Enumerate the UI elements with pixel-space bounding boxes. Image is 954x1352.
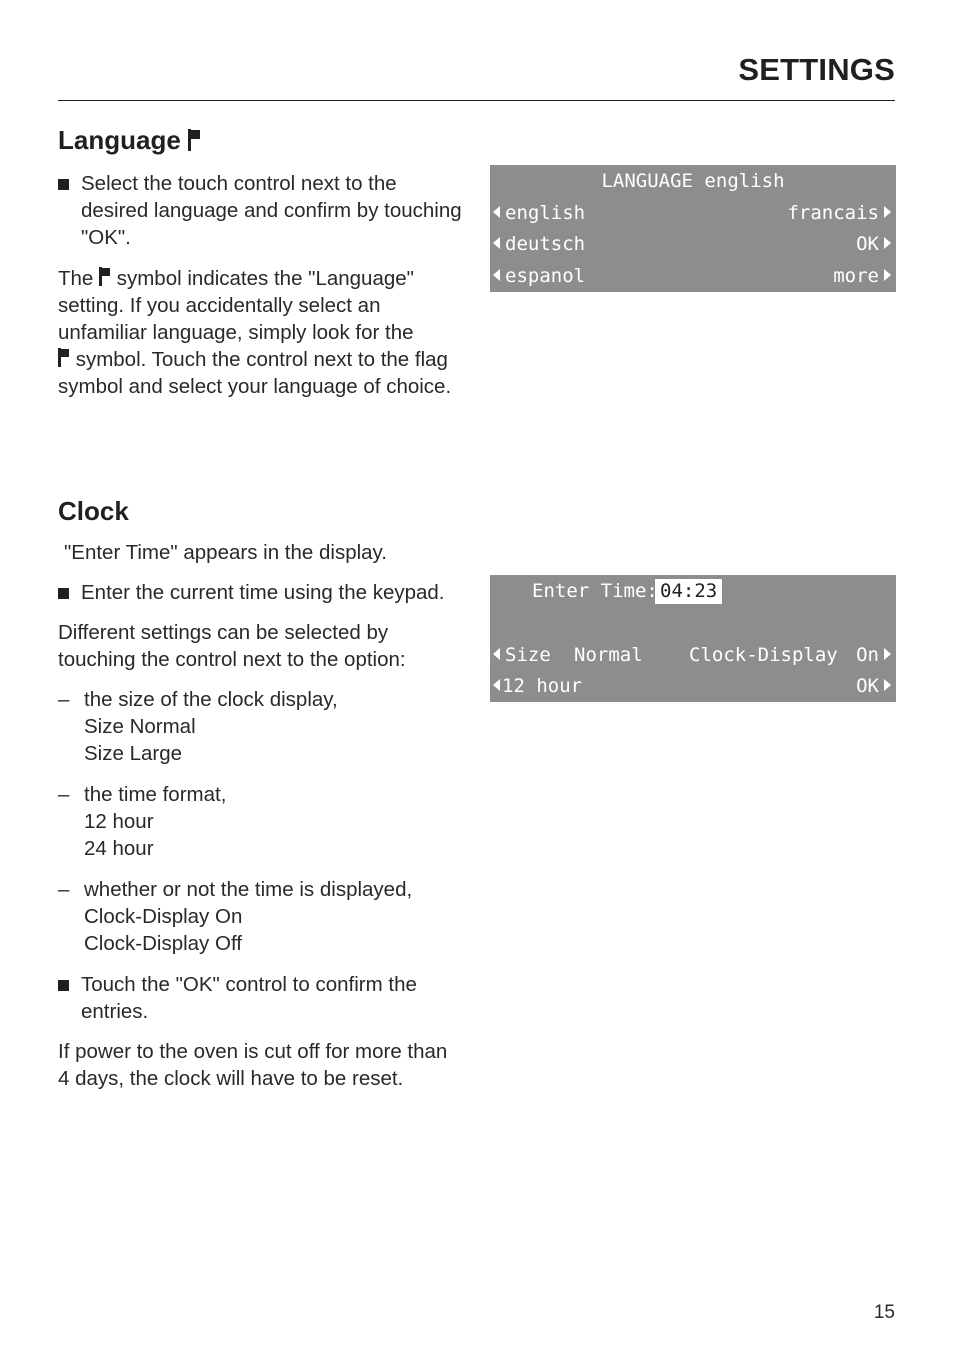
clock-options-intro: Different settings can be selected by to… [58,621,406,671]
option-label: OK [856,233,879,255]
arrow-right-icon [884,679,891,691]
option-label: the size of the clock display, [84,688,338,711]
flag-icon [99,267,111,286]
option-value: Clock-Display On [84,905,243,928]
option-value: Clock-Display Off [84,932,242,955]
flag-icon [188,129,202,151]
dash-bullet: – [58,688,70,711]
more-button[interactable]: more [833,261,891,291]
language-para-text-3: symbol. Touch the control next to the fl… [58,348,452,398]
language-paragraph: The symbol indicates the "Language" sett… [58,265,463,400]
option-label: Size [505,644,551,666]
clock-option-size: – the size of the clock display, Size No… [58,686,463,767]
clock-intro: "Enter Time" appears in the display. [64,541,387,564]
language-step-text: Select the touch control next to the des… [81,172,462,249]
option-label: more [833,265,879,287]
language-para-text-2: symbol indicates the "Language" setting.… [58,267,414,344]
ok-button[interactable]: OK [856,671,891,701]
clock-display-row: Size Normal Clock-Display On [490,640,896,670]
clock-heading: Clock [58,496,129,526]
language-para-text-1: The [58,267,94,290]
option-label: deutsch [505,233,586,255]
language-display-title: LANGUAGE english [601,170,785,192]
language-display: LANGUAGE english english francais deutsc… [490,165,896,292]
clock-display-toggle[interactable]: On [856,640,891,670]
dash-bullet: – [58,783,70,806]
arrow-left-icon [493,206,500,218]
clock-option-format: – the time format, 12 hour 24 hour [58,781,463,862]
option-label: On [856,644,879,666]
option-english[interactable]: english [493,198,585,228]
option-label: english [505,202,586,224]
arrow-right-icon [884,648,891,660]
header-divider [58,100,895,101]
bullet-square-icon [58,980,69,991]
clock-step-1: Enter the current time using the keypad. [58,579,463,606]
ok-button[interactable]: OK [856,229,891,259]
clock-note: If power to the oven is cut off for more… [58,1040,448,1090]
clock-step-2-text: Touch the "OK" control to confirm the en… [81,973,417,1023]
language-heading-text: Language [58,125,181,155]
arrow-left-icon [493,237,500,249]
size-value: Normal [574,644,643,666]
page-title: SETTINGS [738,52,895,87]
language-section: Language Select the touch control next t… [58,124,463,400]
option-francais[interactable]: francais [787,198,891,228]
option-label: 12 hour [502,675,583,697]
clock-step-2: Touch the "OK" control to confirm the en… [58,971,463,1025]
clock-section: Clock "Enter Time" appears in the displa… [58,495,463,1092]
size-option[interactable]: Size [493,640,551,670]
clock-display: Enter Time: 04:23 Size Normal Clock-Disp… [490,575,896,702]
language-step: Select the touch control next to the des… [58,170,463,251]
bullet-square-icon [58,179,69,190]
language-display-row: espanol more [490,261,896,291]
option-value: 24 hour [84,837,154,860]
option-espanol[interactable]: espanol [493,261,585,291]
dash-bullet: – [58,878,70,901]
arrow-right-icon [884,206,891,218]
clock-display-time-row: Enter Time: 04:23 [490,576,896,606]
option-label: the time format, [84,783,227,806]
option-value: Size Large [84,742,183,765]
time-label: Enter Time: [532,580,658,602]
time-format-option[interactable]: 12 hour [493,671,582,701]
option-label: espanol [505,265,586,287]
option-value: 12 hour [84,810,154,833]
clock-display-row: 12 hour OK [490,671,896,701]
clock-display-label: Clock-Display [689,644,838,666]
arrow-right-icon [884,269,891,281]
option-label: OK [856,675,879,697]
language-heading: Language [58,124,463,156]
flag-icon [58,348,70,367]
language-display-row: english francais [490,198,896,228]
arrow-left-icon [493,648,500,660]
time-input[interactable]: 04:23 [655,579,723,604]
option-label: francais [787,202,879,224]
bullet-square-icon [58,588,69,599]
clock-step-1-text: Enter the current time using the keypad. [81,581,445,604]
option-label: whether or not the time is displayed, [84,878,413,901]
arrow-right-icon [884,237,891,249]
arrow-left-icon [493,269,500,281]
arrow-left-icon [493,679,500,691]
clock-option-display: – whether or not the time is displayed, … [58,876,463,957]
option-deutsch[interactable]: deutsch [493,229,585,259]
option-value: Size Normal [84,715,196,738]
language-display-row: deutsch OK [490,229,896,259]
page-number: 15 [873,1302,895,1323]
